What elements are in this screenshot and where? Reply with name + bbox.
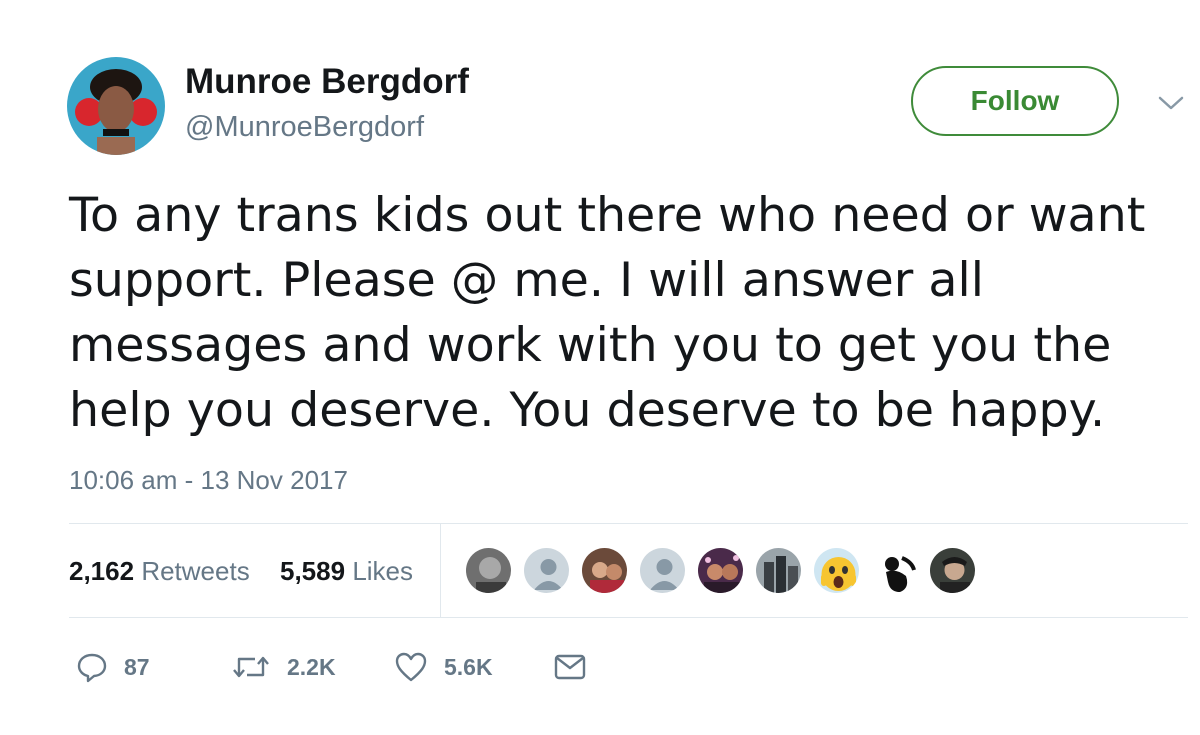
reply-icon[interactable]: [76, 651, 108, 683]
liker-avatar[interactable]: [870, 546, 919, 595]
follow-button[interactable]: Follow: [911, 66, 1119, 136]
liker-avatar[interactable]: [696, 546, 745, 595]
liker-avatar[interactable]: [638, 546, 687, 595]
liker-avatar[interactable]: [928, 546, 977, 595]
message-action[interactable]: [553, 650, 587, 684]
divider-bottom: [69, 617, 1188, 618]
likes-label: Likes: [352, 556, 414, 586]
retweet-icon[interactable]: [231, 651, 271, 683]
chevron-down-icon[interactable]: [1155, 93, 1187, 113]
retweets-stat[interactable]: 2,162 Retweets: [69, 556, 250, 587]
retweets-label: Retweets: [141, 556, 250, 586]
likes-stat[interactable]: 5,589 Likes: [280, 556, 413, 587]
retweets-count: 2,162: [69, 556, 135, 586]
likes-count: 5,589: [280, 556, 346, 586]
liker-avatar[interactable]: [580, 546, 629, 595]
reply-count: 87: [124, 653, 150, 680]
reply-action[interactable]: 87: [76, 650, 150, 684]
divider-top: [69, 523, 1188, 524]
user-handle[interactable]: @MunroeBergdorf: [185, 111, 424, 144]
liker-avatar[interactable]: [812, 546, 861, 595]
liker-avatar[interactable]: [464, 546, 513, 595]
tweet-timestamp[interactable]: 10:06 am - 13 Nov 2017: [69, 465, 348, 496]
liker-avatar[interactable]: [522, 546, 571, 595]
envelope-icon[interactable]: [553, 652, 587, 682]
like-action[interactable]: 5.6K: [394, 650, 493, 684]
heart-icon[interactable]: [394, 651, 428, 683]
display-name[interactable]: Munroe Bergdorf: [185, 62, 469, 102]
like-count: 5.6K: [444, 653, 493, 680]
retweet-action[interactable]: 2.2K: [231, 650, 336, 684]
liker-avatar[interactable]: [754, 546, 803, 595]
retweet-count: 2.2K: [287, 653, 336, 680]
avatar[interactable]: [67, 57, 165, 155]
stats-divider: [440, 524, 441, 617]
tweet-text: To any trans kids out there who need or …: [69, 188, 1146, 438]
